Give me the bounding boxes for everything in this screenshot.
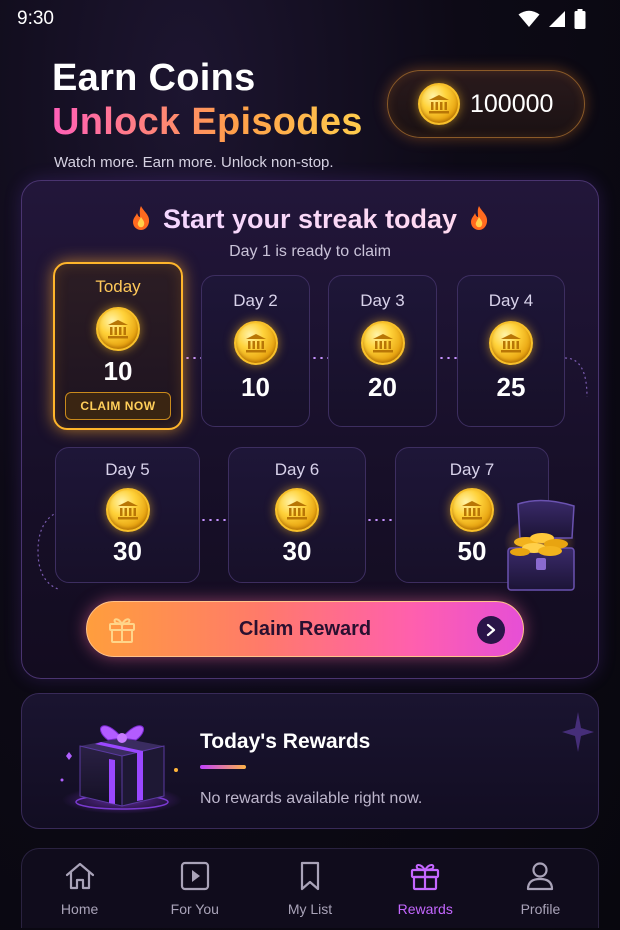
coin-icon bbox=[489, 321, 533, 365]
day-label: Day 4 bbox=[488, 291, 534, 310]
day-label: Day 2 bbox=[233, 291, 278, 310]
claim-now-button[interactable]: CLAIM NOW bbox=[65, 392, 171, 420]
sparkle-icon bbox=[562, 712, 594, 752]
streak-day-3: Day 3 20 bbox=[328, 275, 437, 427]
page-header: Earn Coins Unlock Episodes Watch more. E… bbox=[52, 56, 382, 171]
streak-connector bbox=[438, 357, 458, 359]
nav-item-home[interactable]: Home bbox=[22, 849, 137, 928]
day-label: Day 6 bbox=[274, 460, 320, 479]
rewards-empty-text: No rewards available right now. bbox=[200, 790, 423, 807]
nav-label: Profile bbox=[520, 901, 561, 917]
day-amount: 30 bbox=[282, 536, 312, 566]
coin-icon bbox=[450, 488, 494, 532]
signal-icon bbox=[549, 11, 565, 27]
page-title-line1: Earn Coins bbox=[52, 57, 256, 99]
day-amount: 10 bbox=[103, 356, 133, 386]
coin-icon bbox=[233, 321, 278, 365]
streak-title: Start your streak today bbox=[162, 204, 458, 234]
page-title-line2: Unlock Episodes bbox=[52, 100, 382, 144]
nav-item-my-list[interactable]: My List bbox=[252, 849, 367, 928]
rewards-title-underline bbox=[200, 765, 246, 769]
streak-day-5: Day 5 30 bbox=[55, 447, 200, 583]
coin-icon bbox=[96, 307, 140, 351]
play-icon bbox=[180, 861, 209, 891]
gift-icon bbox=[109, 618, 135, 643]
streak-day-2: Day 2 10 bbox=[201, 275, 310, 427]
profile-icon bbox=[527, 862, 554, 891]
day-label: Day 3 bbox=[360, 291, 405, 310]
nav-label: Home bbox=[60, 901, 99, 917]
nav-item-rewards[interactable]: Rewards bbox=[368, 849, 483, 928]
coin-icon bbox=[105, 488, 150, 532]
streak-subtitle: Day 1 is ready to claim bbox=[229, 243, 391, 260]
nav-label: For You bbox=[170, 901, 219, 917]
treasure-chest-icon bbox=[504, 499, 576, 591]
streak-connector bbox=[200, 519, 230, 521]
day-amount: 30 bbox=[113, 536, 142, 566]
day-amount: 25 bbox=[496, 372, 526, 402]
coin-icon bbox=[418, 83, 460, 125]
coin-icon bbox=[360, 321, 405, 365]
day-label: Day 5 bbox=[105, 460, 150, 479]
status-icons bbox=[518, 9, 586, 29]
chevron-right-icon bbox=[477, 616, 505, 644]
gift-box-icon bbox=[60, 725, 182, 814]
nav-label: My List bbox=[287, 901, 333, 917]
flame-icon bbox=[132, 206, 150, 230]
day-amount: 10 bbox=[241, 372, 270, 402]
claim-reward-button[interactable]: Claim Reward bbox=[86, 601, 524, 657]
bookmark-icon bbox=[300, 861, 320, 891]
day-label: Day 7 bbox=[449, 460, 495, 479]
todays-rewards-card: Today's Rewards No rewards available rig… bbox=[21, 693, 599, 829]
coin-balance-value: 100000 bbox=[470, 89, 554, 118]
nav-item-profile[interactable]: Profile bbox=[483, 849, 598, 928]
rewards-title: Today's Rewards bbox=[200, 730, 371, 753]
streak-header: Start your streak today Day 1 is ready t… bbox=[22, 203, 598, 261]
streak-day-4: Day 4 25 bbox=[457, 275, 565, 427]
claim-reward-label: Claim Reward bbox=[238, 617, 372, 640]
status-bar: 9:30 bbox=[0, 0, 620, 38]
coin-balance-pill[interactable]: 100000 bbox=[387, 70, 585, 138]
streak-connector-curve bbox=[565, 357, 588, 398]
status-time: 9:30 bbox=[17, 8, 54, 29]
flame-icon bbox=[471, 206, 488, 230]
day-amount: 20 bbox=[368, 372, 397, 402]
home-icon bbox=[65, 862, 94, 890]
page-subtitle: Watch more. Earn more. Unlock non-stop. bbox=[54, 154, 334, 171]
coin-icon bbox=[275, 488, 319, 532]
wifi-icon bbox=[518, 10, 540, 27]
battery-icon bbox=[574, 9, 586, 29]
streak-connector bbox=[366, 519, 396, 521]
nav-label: Rewards bbox=[397, 901, 453, 917]
streak-day-6: Day 6 30 bbox=[228, 447, 366, 583]
gift-icon bbox=[411, 864, 440, 891]
bottom-nav: Home For You My List Rewards Profile bbox=[21, 848, 599, 928]
streak-day-today[interactable]: Today 10 CLAIM NOW bbox=[53, 262, 183, 430]
nav-item-for-you[interactable]: For You bbox=[137, 849, 252, 928]
day-label: Today bbox=[95, 277, 141, 296]
day-amount: 50 bbox=[457, 536, 487, 566]
